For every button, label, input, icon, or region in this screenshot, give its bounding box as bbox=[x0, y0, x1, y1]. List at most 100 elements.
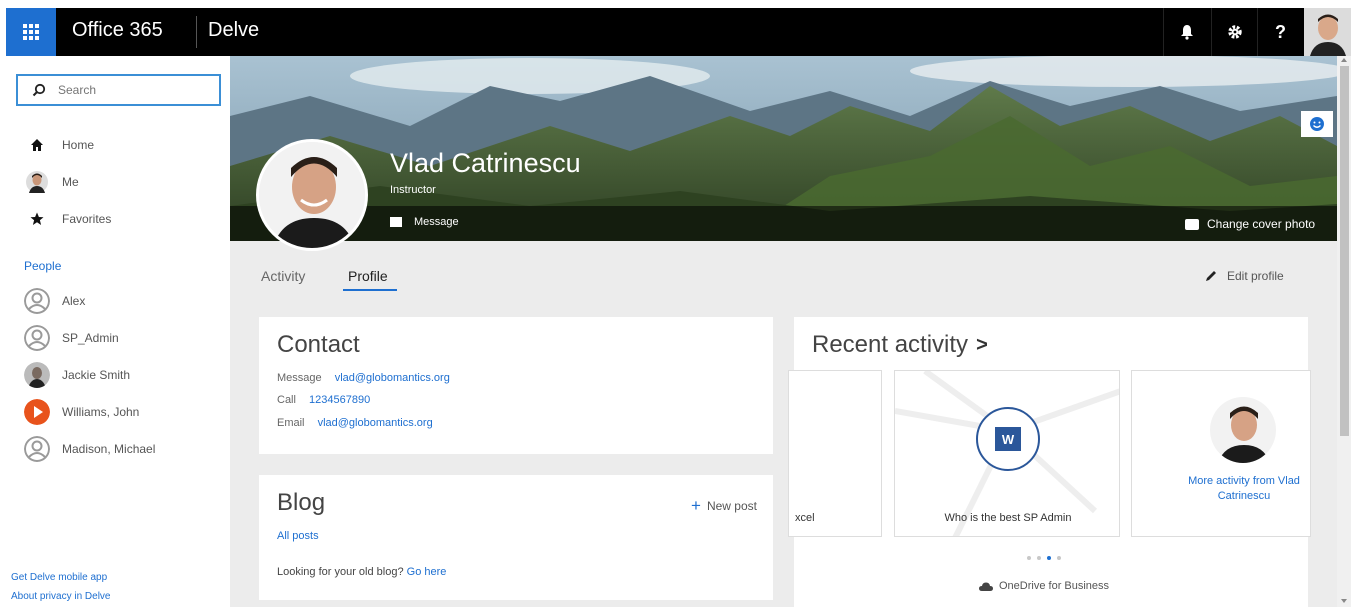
page-dot[interactable] bbox=[1057, 556, 1061, 560]
chat-icon bbox=[390, 217, 402, 227]
activity-card-document[interactable]: W Who is the best SP Admin bbox=[894, 370, 1120, 537]
left-navigation: Home Me Favorites People Alex SP_Admin bbox=[6, 56, 230, 607]
office-brand-link[interactable]: Office 365 bbox=[72, 19, 163, 42]
vertical-scrollbar[interactable] bbox=[1337, 56, 1351, 607]
cover-photo: Vlad Catrinescu Instructor Message Chang… bbox=[230, 56, 1337, 241]
nav-item-label: Favorites bbox=[62, 212, 112, 226]
header-divider bbox=[196, 16, 197, 48]
profile-name: Vlad Catrinescu bbox=[390, 148, 581, 178]
old-blog-text: Looking for your old blog? bbox=[277, 566, 404, 578]
pencil-icon bbox=[1206, 271, 1216, 281]
app-launcher-button[interactable] bbox=[6, 8, 56, 56]
activity-card-title: xcel bbox=[795, 512, 815, 524]
star-icon bbox=[26, 208, 48, 230]
feedback-button[interactable] bbox=[1301, 111, 1333, 137]
nav-item-favorites[interactable]: Favorites bbox=[26, 207, 111, 231]
settings-button[interactable] bbox=[1211, 8, 1257, 56]
new-post-button[interactable]: + New post bbox=[691, 496, 757, 516]
scroll-thumb[interactable] bbox=[1340, 66, 1349, 436]
edit-profile-label: Edit profile bbox=[1227, 269, 1284, 283]
person-item[interactable]: Madison, Michael bbox=[24, 435, 155, 463]
person-name: Madison, Michael bbox=[62, 442, 156, 456]
message-link[interactable]: Message bbox=[390, 216, 459, 228]
person-name: SP_Admin bbox=[62, 331, 119, 345]
person-item[interactable]: Williams, John bbox=[24, 398, 139, 426]
all-posts-link[interactable]: All posts bbox=[277, 530, 319, 542]
avatar bbox=[1210, 397, 1276, 463]
contact-title: Contact bbox=[277, 331, 360, 358]
scroll-down-icon[interactable] bbox=[1341, 599, 1347, 603]
change-cover-label: Change cover photo bbox=[1207, 217, 1316, 231]
person-item[interactable]: SP_Admin bbox=[24, 324, 119, 352]
avatar bbox=[259, 142, 365, 248]
generic-avatar-icon bbox=[24, 325, 50, 351]
word-letter: W bbox=[995, 427, 1021, 451]
me-avatar-button[interactable] bbox=[1304, 8, 1351, 56]
contact-row-call: Call 1234567890 bbox=[277, 394, 370, 406]
waffle-icon bbox=[23, 24, 39, 40]
contact-label: Email bbox=[277, 417, 305, 429]
activity-card-partial[interactable]: xcel bbox=[788, 370, 882, 537]
contact-email-link[interactable]: vlad@globomantics.org bbox=[318, 417, 433, 429]
recent-activity-title: Recent activity bbox=[812, 331, 969, 358]
contact-row-message: Message vlad@globomantics.org bbox=[277, 372, 450, 384]
contact-phone-link[interactable]: 1234567890 bbox=[309, 394, 370, 406]
blog-card: Blog + New post All posts Looking for yo… bbox=[259, 475, 773, 600]
change-cover-photo-button[interactable]: Change cover photo bbox=[1185, 217, 1315, 231]
tab-profile[interactable]: Profile bbox=[348, 268, 388, 284]
help-icon: ? bbox=[1275, 21, 1286, 42]
privacy-link[interactable]: About privacy in Delve bbox=[11, 591, 111, 602]
nav-item-label: Me bbox=[62, 175, 79, 189]
plus-icon: + bbox=[691, 496, 701, 515]
tab-activity[interactable]: Activity bbox=[261, 268, 305, 284]
chevron-right-icon: > bbox=[976, 333, 988, 356]
notifications-button[interactable] bbox=[1163, 8, 1209, 56]
active-tab-indicator bbox=[343, 289, 397, 291]
bell-icon bbox=[1180, 25, 1193, 40]
people-header[interactable]: People bbox=[24, 259, 61, 273]
nav-item-me[interactable]: Me bbox=[26, 170, 79, 194]
onedrive-source[interactable]: OneDrive for Business bbox=[979, 580, 1109, 592]
smiley-icon bbox=[1310, 117, 1324, 131]
page-dot[interactable] bbox=[1037, 556, 1041, 560]
help-button[interactable]: ? bbox=[1257, 8, 1303, 56]
scroll-up-icon[interactable] bbox=[1341, 58, 1347, 62]
person-name: Alex bbox=[62, 294, 86, 308]
go-here-link[interactable]: Go here bbox=[407, 566, 447, 578]
more-activity-link[interactable]: More activity from Vlad Catrinescu bbox=[1182, 474, 1306, 504]
search-box[interactable] bbox=[16, 74, 221, 106]
suite-header: Office 365 Delve ? bbox=[6, 8, 1351, 56]
edit-profile-button[interactable]: Edit profile bbox=[1205, 269, 1284, 283]
avatar bbox=[24, 362, 50, 388]
contact-message-link[interactable]: vlad@globomantics.org bbox=[335, 372, 450, 384]
source-label: OneDrive for Business bbox=[999, 580, 1110, 592]
activity-card-title: Who is the best SP Admin bbox=[944, 512, 1072, 524]
profile-photo bbox=[256, 139, 368, 251]
page-dot-active[interactable] bbox=[1047, 556, 1051, 560]
search-input[interactable] bbox=[58, 83, 198, 97]
avatar bbox=[1304, 8, 1351, 56]
gear-icon bbox=[1227, 25, 1242, 39]
camera-icon bbox=[1185, 218, 1199, 230]
contact-label: Message bbox=[277, 372, 322, 384]
generic-avatar-icon bbox=[24, 288, 50, 314]
person-item[interactable]: Alex bbox=[24, 287, 85, 315]
nav-item-home[interactable]: Home bbox=[26, 133, 94, 157]
get-mobile-app-link[interactable]: Get Delve mobile app bbox=[11, 572, 107, 583]
page-dot[interactable] bbox=[1027, 556, 1031, 560]
old-blog-row: Looking for your old blog? Go here bbox=[277, 566, 446, 578]
person-name: Williams, John bbox=[62, 405, 140, 419]
more-activity-card[interactable]: More activity from Vlad Catrinescu bbox=[1131, 370, 1311, 537]
play-icon bbox=[24, 399, 50, 425]
recent-activity-header[interactable]: Recent activity > bbox=[812, 331, 988, 359]
app-name-link[interactable]: Delve bbox=[208, 19, 259, 42]
carousel-page-dots bbox=[1027, 556, 1061, 560]
word-file-icon: W bbox=[976, 407, 1040, 471]
new-post-label: New post bbox=[706, 499, 757, 513]
contact-row-email: Email vlad@globomantics.org bbox=[277, 417, 433, 429]
nav-item-label: Home bbox=[62, 138, 95, 152]
person-name: Jackie Smith bbox=[62, 368, 131, 382]
contact-label: Call bbox=[277, 394, 296, 406]
main-content: Vlad Catrinescu Instructor Message Chang… bbox=[230, 56, 1337, 607]
person-item[interactable]: Jackie Smith bbox=[24, 361, 130, 389]
